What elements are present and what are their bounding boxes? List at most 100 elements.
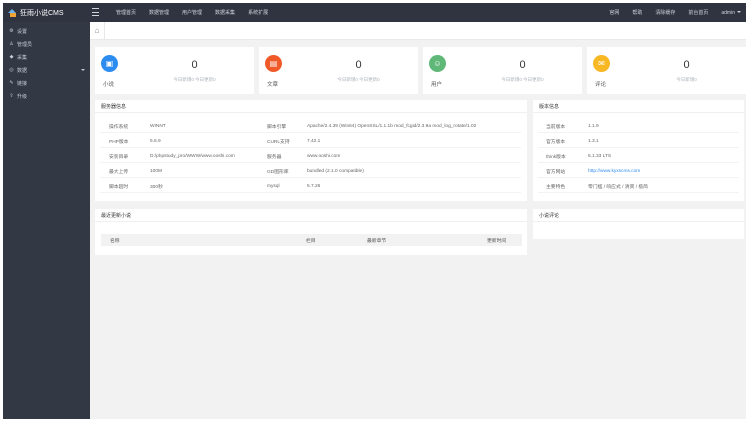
server-info-value: 5.7.26 [307, 183, 321, 189]
stat-card[interactable]: ✉ 评论 0 今日新增0 [587, 47, 746, 94]
version-info-label: 主要特色 [546, 184, 566, 190]
server-info-value: Apache/2.4.39 (Win64) OpenSSL/1.1.1b mod… [307, 123, 477, 129]
top-right-nav: 官网 帮助 清除缓存 前台首页 admin [596, 3, 741, 22]
frontend-home-link[interactable]: 前台首页 [688, 9, 708, 16]
upgrade-icon: ⇪ [9, 93, 14, 99]
sidebar-item-2[interactable]: ◆ 采集 [3, 51, 90, 64]
official-website-link[interactable]: http://www.kyxscms.com [588, 164, 640, 178]
server-info-value: bundled (2.1.0 compatible) [307, 168, 364, 174]
top-nav-data[interactable]: 数据管理 [149, 9, 169, 16]
top-bar: 狂雨小说CMS 管理首页 数据管理 用户管理 数据采集 系统扩展 官网 帮助 清… [3, 3, 746, 22]
server-info-label: GD图形库 [267, 169, 289, 175]
chevron-down-icon [81, 69, 85, 71]
server-info-value: 100M [150, 168, 162, 174]
sidebar-item-label: 设置 [17, 29, 28, 35]
stat-count: 0 [683, 59, 690, 71]
column-update-time: 更新时间 [487, 238, 507, 244]
stat-count: 0 [519, 59, 526, 71]
stat-name: 评论 [595, 82, 607, 88]
app-logo[interactable]: 狂雨小说CMS [3, 3, 90, 22]
server-info-row: 脚本超时 300秒 mysql 5.7.26 [100, 179, 521, 193]
article-icon: ▤ [265, 55, 282, 72]
settings-icon: ⚙ [9, 28, 14, 34]
version-info-label: 当前版本 [546, 124, 566, 130]
server-info-label: 安装目录 [109, 154, 129, 160]
stat-count: 0 [191, 59, 198, 71]
help-link[interactable]: 帮助 [632, 9, 642, 16]
version-info-panel: 版本信息 当前版本 1.1.9 官方版本 1.3.1 think版本 5.1.33 LTS… [533, 100, 744, 201]
version-info-row: 官方版本 1.3.1 [538, 134, 739, 148]
server-info-label: 脚本超时 [109, 184, 129, 190]
sidebar-item-1[interactable]: ♙ 管理员 [3, 38, 90, 51]
logo-icon [8, 8, 17, 17]
menu-toggle-icon[interactable] [92, 8, 99, 16]
column-latest-chapter: 最新章节 [367, 238, 387, 244]
server-info-row: 操作系统 WINNT 脚本引擎 Apache/2.4.39 (Win64) OpenS… [100, 119, 521, 133]
top-nav-extend[interactable]: 系统扩展 [248, 9, 268, 16]
server-info-value: 300秒 [150, 184, 163, 190]
stat-card[interactable]: ▣ 小说 0 今日新增0 今日更新0 [95, 47, 254, 94]
home-icon: ⌂ [94, 26, 100, 35]
stat-count: 0 [355, 59, 362, 71]
version-info-row: 主要特色 零门槛 / 响应式 / 清爽 / 极简 [538, 179, 739, 193]
stat-subtext: 今日新增0 [676, 77, 697, 82]
version-info-title: 版本信息 [533, 100, 744, 113]
version-info-label: think版本 [546, 154, 566, 160]
version-info-value: 5.1.33 LTS [588, 153, 612, 159]
collect-icon: ◆ [9, 54, 14, 60]
top-nav-users[interactable]: 用户管理 [182, 9, 202, 16]
sidebar-item-3[interactable]: ◎ 数据 [3, 64, 90, 77]
stat-name: 文章 [267, 82, 279, 88]
official-site-link[interactable]: 官网 [609, 9, 619, 16]
server-info-value: WINNT [150, 123, 166, 129]
sidebar-item-label: 链接 [17, 81, 28, 87]
comment-icon: ✉ [593, 55, 610, 72]
sidebar-item-label: 管理员 [17, 42, 33, 48]
stat-card[interactable]: ▤ 文章 0 今日新增0 今日更新0 [259, 47, 418, 94]
admin-user-menu[interactable]: admin [721, 10, 741, 16]
server-info-label: PHP版本 [109, 139, 129, 145]
server-info-label: 服务器 [267, 154, 282, 160]
admin-username: admin [721, 9, 735, 16]
top-nav-collect[interactable]: 数据采集 [215, 9, 235, 16]
server-info-row: PHP版本 5.6.9 CURL支持 7.42.1 [100, 134, 521, 148]
server-info-row: 安装目录 D:/phpstudy_pro/WWW/www.ooshi.com 服务器… [100, 149, 521, 163]
sidebar: ⚙ 设置 ♙ 管理员 ◆ 采集 ◎ 数据 ✎ 链接 ⇪ 升级 [3, 22, 90, 419]
sidebar-item-5[interactable]: ⇪ 升级 [3, 90, 90, 103]
recent-novels-title: 最近更新小说 [95, 209, 527, 222]
stat-subtext: 今日新增0 今日更新0 [337, 77, 380, 82]
sidebar-item-label: 数据 [17, 68, 28, 74]
comments-panel: 小说评论 [533, 209, 744, 239]
clear-cache-button[interactable]: 清除缓存 [655, 9, 675, 16]
column-category: 栏目 [306, 238, 316, 244]
novel-icon: ▣ [101, 55, 118, 72]
data-icon: ◎ [9, 67, 14, 73]
server-info-label: CURL支持 [267, 139, 290, 145]
sidebar-item-4[interactable]: ✎ 链接 [3, 77, 90, 90]
stat-subtext: 今日新增0 今日更新0 [501, 77, 544, 82]
link-icon: ✎ [9, 80, 14, 86]
stat-card[interactable]: ☺ 用户 0 今日新增0 今日更新0 [423, 47, 582, 94]
top-nav-home[interactable]: 管理首页 [116, 9, 136, 16]
version-info-value: 1.3.1 [588, 138, 599, 144]
top-nav: 管理首页 数据管理 用户管理 数据采集 系统扩展 [116, 3, 281, 22]
server-info-value: 7.42.1 [307, 138, 321, 144]
version-info-label: 官方版本 [546, 139, 566, 145]
version-info-row: 官方网站 http://www.kyxscms.com [538, 164, 739, 178]
home-tab[interactable]: ⌂ [90, 22, 105, 39]
server-info-panel: 服务器信息 操作系统 WINNT 脚本引擎 Apache/2.4.39 (Win64)… [95, 100, 527, 201]
server-info-title: 服务器信息 [95, 100, 527, 113]
chevron-down-icon [737, 11, 741, 14]
app-frame: 狂雨小说CMS 管理首页 数据管理 用户管理 数据采集 系统扩展 官网 帮助 清… [3, 3, 746, 419]
recent-novels-panel: 最近更新小说 名称 栏目 最新章节 更新时间 [95, 209, 527, 255]
stat-subtext: 今日新增0 今日更新0 [173, 77, 216, 82]
app-title: 狂雨小说CMS [20, 9, 64, 17]
version-info-value: 1.1.9 [588, 123, 599, 129]
sidebar-item-0[interactable]: ⚙ 设置 [3, 25, 90, 38]
version-info-value: 零门槛 / 响应式 / 清爽 / 极简 [588, 184, 648, 190]
version-info-label: 官方网站 [546, 169, 566, 175]
sidebar-item-label: 采集 [17, 55, 28, 61]
tab-strip: ⌂ [90, 22, 746, 40]
server-info-label: 最大上传 [109, 169, 129, 175]
server-info-label: mysql [267, 183, 280, 189]
